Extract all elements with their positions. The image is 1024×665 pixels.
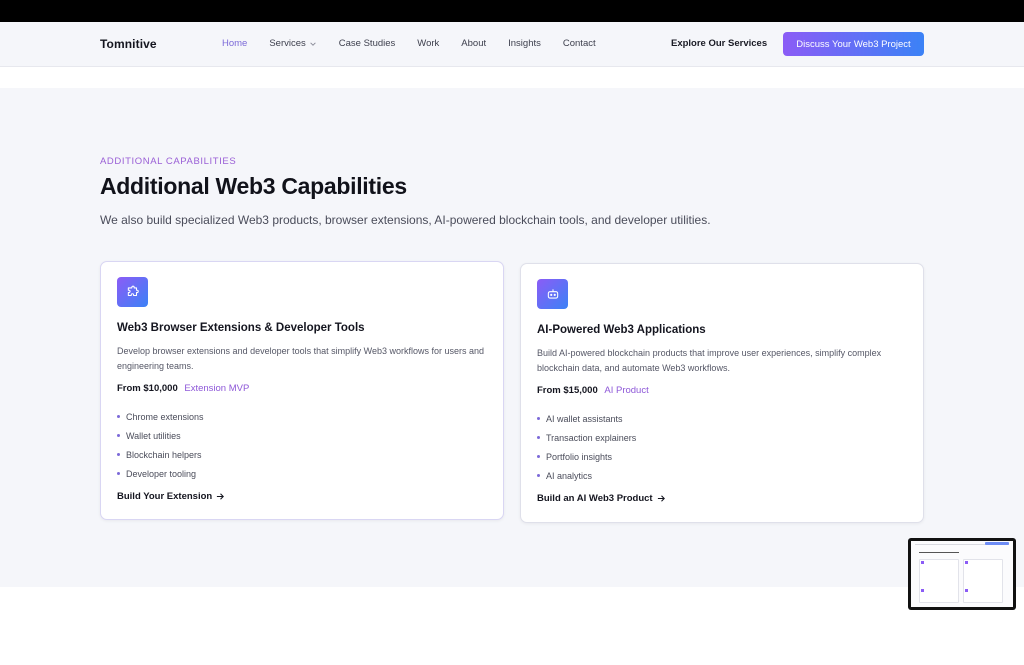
- puzzle-icon: [117, 277, 148, 307]
- bullet-icon: [117, 415, 120, 418]
- main-nav: Home Services Case Studies Work About In…: [222, 38, 618, 49]
- arrow-right-icon: [657, 495, 665, 502]
- section-eyebrow: ADDITIONAL CAPABILITIES: [100, 156, 237, 167]
- bullet-icon: [537, 455, 540, 458]
- nav-item-work[interactable]: Work: [417, 38, 439, 49]
- nav-item-home[interactable]: Home: [222, 38, 247, 49]
- feature-label: Wallet utilities: [126, 430, 181, 441]
- arrow-right-icon: [217, 493, 225, 500]
- list-item: Portfolio insights: [537, 447, 636, 466]
- nav-item-insights[interactable]: Insights: [508, 38, 541, 49]
- thumbnail-content: [911, 541, 1013, 607]
- list-item: Chrome extensions: [117, 407, 204, 426]
- build-extension-link[interactable]: Build Your Extension: [117, 491, 225, 502]
- card-description: Build AI-powered blockchain products tha…: [537, 348, 882, 373]
- card-price: From $15,000 AI Product: [537, 385, 649, 396]
- build-ai-product-link[interactable]: Build an AI Web3 Product: [537, 493, 666, 504]
- explore-services-link[interactable]: Explore Our Services: [671, 38, 767, 49]
- feature-label: Blockchain helpers: [126, 449, 202, 460]
- feature-label: AI analytics: [546, 470, 593, 481]
- card-price: From $10,000 Extension MVP: [117, 383, 249, 394]
- bullet-icon: [537, 417, 540, 420]
- section-title: Additional Web3 Capabilities: [100, 173, 407, 199]
- list-item: AI analytics: [537, 466, 636, 485]
- discuss-project-button[interactable]: Discuss Your Web3 Project: [783, 32, 924, 56]
- capabilities-section: ADDITIONAL CAPABILITIES Additional Web3 …: [0, 88, 1024, 587]
- feature-label: Chrome extensions: [126, 411, 204, 422]
- nav-label: Home: [222, 38, 248, 49]
- page-preview-thumbnail[interactable]: [908, 538, 1016, 610]
- nav-item-services[interactable]: Services: [269, 38, 316, 49]
- thumb-card: [919, 559, 959, 603]
- nav-label: Services: [269, 38, 306, 49]
- nav-label: Work: [417, 38, 440, 49]
- nav-label: About: [461, 38, 487, 49]
- thumb-icon: [921, 589, 924, 592]
- list-item: Developer tooling: [117, 464, 204, 483]
- thumb-card: [963, 559, 1003, 603]
- site-logo[interactable]: Tomnitive: [100, 37, 157, 51]
- bullet-icon: [117, 472, 120, 475]
- link-label: Build Your Extension: [117, 491, 213, 502]
- chevron-down-icon: [310, 41, 316, 46]
- feature-label: Transaction explainers: [546, 432, 637, 443]
- card-title: AI-Powered Web3 Applications: [537, 324, 706, 336]
- feature-list: AI wallet assistants Transaction explain…: [537, 409, 636, 485]
- nav-item-contact[interactable]: Contact: [563, 38, 596, 49]
- nav-label: Insights: [508, 38, 541, 49]
- list-item: Blockchain helpers: [117, 445, 204, 464]
- price-tag: AI Product: [604, 385, 649, 396]
- thumb-icon: [965, 589, 968, 592]
- nav-label: Contact: [562, 38, 596, 49]
- list-item: Transaction explainers: [537, 428, 636, 447]
- feature-label: Portfolio insights: [546, 451, 613, 462]
- thumb-title-line: [919, 552, 959, 553]
- card-title: Web3 Browser Extensions & Developer Tool…: [117, 322, 365, 334]
- nav-item-about[interactable]: About: [461, 38, 486, 49]
- robot-icon: [537, 279, 568, 309]
- bullet-icon: [117, 434, 120, 437]
- price-amount: From $15,000: [537, 385, 598, 396]
- capability-card-ai: AI-Powered Web3 Applications Build AI-po…: [520, 263, 924, 523]
- bullet-icon: [117, 453, 120, 456]
- thumb-icon: [965, 561, 968, 564]
- thumb-icon: [921, 561, 924, 564]
- section-lead: We also build specialized Web3 products,…: [100, 213, 711, 227]
- list-item: Wallet utilities: [117, 426, 204, 445]
- capability-card-extensions: Web3 Browser Extensions & Developer Tool…: [100, 261, 504, 520]
- feature-label: AI wallet assistants: [546, 413, 623, 424]
- card-description: Develop browser extensions and developer…: [117, 346, 485, 371]
- feature-label: Developer tooling: [126, 468, 197, 479]
- bullet-icon: [537, 436, 540, 439]
- nav-label: Case Studies: [338, 38, 396, 49]
- browser-top-bar: [0, 0, 1024, 22]
- nav-item-case-studies[interactable]: Case Studies: [339, 38, 396, 49]
- link-label: Build an AI Web3 Product: [537, 493, 653, 504]
- site-header: Tomnitive Home Services Case Studies Wor…: [0, 22, 1024, 67]
- thumb-cta: [985, 542, 1009, 545]
- feature-list: Chrome extensions Wallet utilities Block…: [117, 407, 204, 483]
- bullet-icon: [537, 474, 540, 477]
- price-tag: Extension MVP: [184, 383, 250, 394]
- price-amount: From $10,000: [117, 383, 178, 394]
- list-item: AI wallet assistants: [537, 409, 636, 428]
